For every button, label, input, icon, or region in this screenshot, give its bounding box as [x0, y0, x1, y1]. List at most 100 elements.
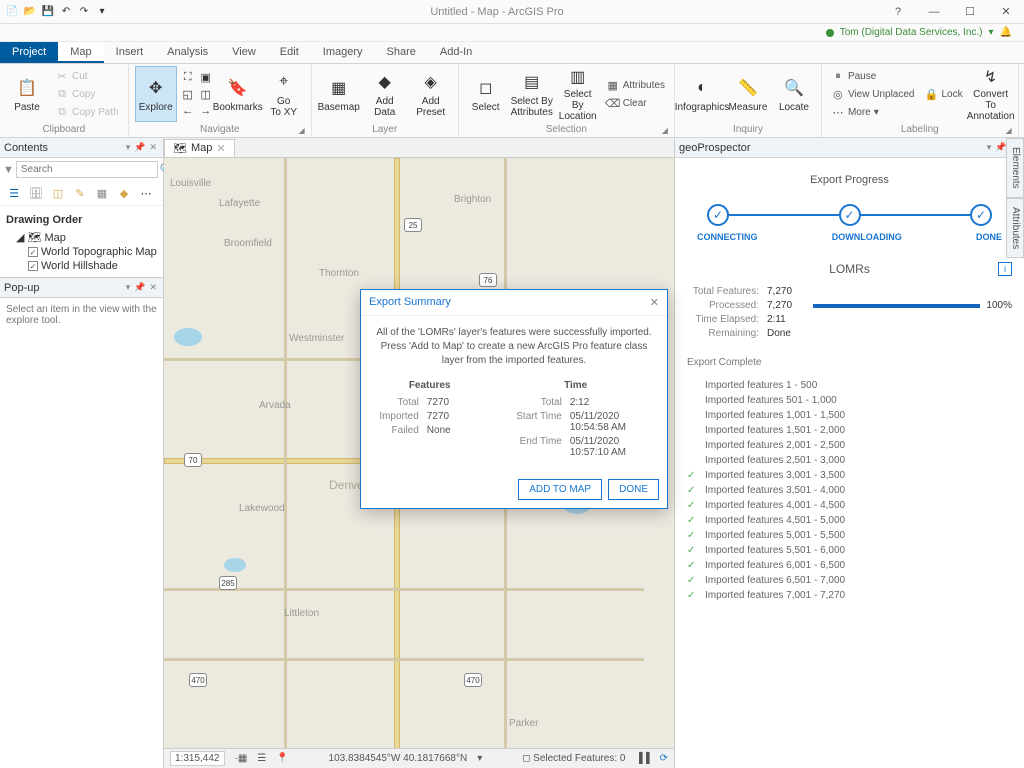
select-button[interactable]: ◻Select — [465, 66, 507, 122]
scale-input[interactable]: 1:315,442 — [170, 751, 225, 766]
time-elapsed: 2:11 — [767, 314, 807, 325]
infographics-button[interactable]: ◐Infographics — [681, 66, 723, 122]
list-by-selection-icon[interactable]: ◫ — [50, 185, 66, 201]
zoom-layer-icon[interactable]: ▣ — [199, 70, 213, 84]
dialog-close-icon[interactable]: ✕ — [650, 296, 659, 309]
goto-xy-button[interactable]: ⌖Go To XY — [263, 66, 305, 122]
vert-tab-elements[interactable]: Elements — [1006, 138, 1024, 198]
tree-layer-item[interactable]: ✓World Topographic Map — [6, 245, 157, 259]
scissors-icon: ✂ — [55, 69, 69, 83]
add-to-map-button[interactable]: ADD TO MAP — [518, 479, 602, 500]
close-panel-icon[interactable]: ✕ — [149, 142, 157, 153]
tab-imagery[interactable]: Imagery — [311, 42, 375, 63]
step-check-icon: ✓ — [707, 204, 729, 226]
done-button[interactable]: DONE — [608, 479, 659, 500]
minimize-icon[interactable]: — — [920, 6, 948, 18]
qat-save-icon[interactable]: 💾 — [40, 4, 56, 20]
pin-icon[interactable]: 📌 — [995, 142, 1006, 153]
close-panel-icon[interactable]: ✕ — [149, 282, 157, 293]
tab-project[interactable]: Project — [0, 42, 58, 63]
lock-labels-button[interactable]: 🔒Lock — [921, 86, 965, 103]
dropdown-icon[interactable]: ▾ — [126, 142, 131, 153]
qat-open-icon[interactable]: 📂 — [22, 4, 38, 20]
pause-draw-icon[interactable]: ▐▐ — [635, 753, 649, 764]
tree-layer-item[interactable]: ✓World Hillshade — [6, 259, 157, 273]
close-icon[interactable]: ✕ — [992, 5, 1020, 18]
checkbox-icon[interactable]: ✓ — [28, 261, 38, 271]
clear-button[interactable]: ⌫Clear — [603, 95, 668, 112]
signin-user[interactable]: Tom (Digital Data Services, Inc.) — [840, 27, 983, 38]
fixed-zoom-icon[interactable]: ◫ — [199, 87, 213, 101]
attributes-button[interactable]: ▦Attributes — [603, 77, 668, 94]
measure-button[interactable]: 📏Measure — [727, 66, 769, 122]
maximize-icon[interactable]: ☐ — [956, 5, 984, 18]
cut-button[interactable]: ✂Cut — [52, 68, 122, 85]
dlg-start-time: 05/11/2020 10:54:58 AM — [570, 411, 655, 433]
info-icon[interactable]: i — [998, 262, 1012, 276]
list-by-labeling-icon[interactable]: ◆ — [116, 185, 132, 201]
convert-annotation-button[interactable]: ↯Convert To Annotation — [970, 66, 1012, 122]
dlg-imported: 7270 — [427, 411, 487, 422]
tab-map[interactable]: Map — [58, 42, 103, 63]
copy-button[interactable]: ⧉Copy — [52, 86, 122, 103]
refresh-icon[interactable]: ⟳ — [660, 753, 668, 764]
tab-share[interactable]: Share — [375, 42, 428, 63]
status-tool-icon[interactable]: 📍 — [276, 753, 288, 764]
dropdown-icon[interactable]: ▾ — [126, 282, 131, 293]
locate-button[interactable]: 🔍Locate — [773, 66, 815, 122]
list-more-icon[interactable]: ⋯ — [138, 185, 154, 201]
qat-new-icon[interactable]: 📄 — [4, 4, 20, 20]
next-extent-icon[interactable]: → — [199, 104, 213, 118]
vert-tab-attributes[interactable]: Attributes — [1006, 198, 1024, 258]
pin-icon[interactable]: 📌 — [134, 282, 145, 293]
adddata-button[interactable]: ◆Add Data — [364, 66, 406, 122]
dlg-total: 7270 — [427, 397, 487, 408]
notifications-icon[interactable]: 🔔 — [1000, 27, 1012, 38]
zoom-sel-icon[interactable]: ◱ — [181, 87, 195, 101]
map-view-tab[interactable]: 🗺Map✕ — [164, 139, 235, 157]
status-tool-icon[interactable]: ☰ — [257, 753, 266, 764]
pause-labels-button[interactable]: ⏸Pause — [828, 68, 918, 85]
map-label: Lafayette — [219, 198, 260, 209]
tab-analysis[interactable]: Analysis — [155, 42, 220, 63]
select-by-location-button[interactable]: ▥Select By Location — [557, 66, 599, 122]
check-icon: ✓ — [687, 530, 699, 541]
list-by-snapping-icon[interactable]: ▦ — [94, 185, 110, 201]
tab-view[interactable]: View — [220, 42, 268, 63]
qat-redo-icon[interactable]: ↷ — [76, 4, 92, 20]
list-by-drawing-icon[interactable]: ☰ — [6, 185, 22, 201]
close-tab-icon[interactable]: ✕ — [216, 142, 225, 155]
zoom-full-icon[interactable]: ⛶ — [181, 70, 195, 84]
help-icon[interactable]: ? — [884, 6, 912, 18]
explore-button[interactable]: ✥Explore — [135, 66, 177, 122]
copypath-button[interactable]: ⧉Copy Path — [52, 104, 122, 121]
selected-features: ◻ Selected Features: 0 — [522, 753, 625, 764]
qat-undo-icon[interactable]: ↶ — [58, 4, 74, 20]
popup-message: Select an item in the view with the expl… — [0, 298, 163, 332]
filter-icon[interactable]: ▼ — [3, 164, 14, 176]
dropdown-icon[interactable]: ▾ — [987, 142, 992, 153]
bookmarks-button[interactable]: 🔖Bookmarks — [217, 66, 259, 122]
selection-launcher-icon[interactable]: ◢ — [662, 126, 668, 135]
prev-extent-icon[interactable]: ← — [181, 104, 195, 118]
contents-search-input[interactable] — [16, 161, 158, 178]
navigate-launcher-icon[interactable]: ◢ — [299, 126, 305, 135]
tree-map-node[interactable]: ◢🗺Map — [6, 230, 157, 245]
labeling-launcher-icon[interactable]: ◢ — [1005, 126, 1011, 135]
tab-edit[interactable]: Edit — [268, 42, 311, 63]
view-unplaced-button[interactable]: ◎View Unplaced — [828, 86, 918, 103]
check-icon: ✓ — [687, 500, 699, 511]
addpreset-button[interactable]: ◈Add Preset — [410, 66, 452, 122]
list-by-source-icon[interactable]: 🗄 — [28, 185, 44, 201]
list-by-editing-icon[interactable]: ✎ — [72, 185, 88, 201]
paste-button[interactable]: 📋Paste — [6, 66, 48, 122]
checkbox-icon[interactable]: ✓ — [28, 247, 38, 257]
status-tool-icon[interactable]: ·▦ — [235, 753, 248, 764]
select-by-attributes-button[interactable]: ▤Select By Attributes — [511, 66, 553, 122]
tab-addin[interactable]: Add-In — [428, 42, 484, 63]
basemap-button[interactable]: ▦Basemap — [318, 66, 360, 122]
qat-customize-icon[interactable]: ▾ — [94, 4, 110, 20]
pin-icon[interactable]: 📌 — [134, 142, 145, 153]
more-labeling-button[interactable]: ⋯More ▾ — [828, 104, 918, 121]
tab-insert[interactable]: Insert — [104, 42, 156, 63]
